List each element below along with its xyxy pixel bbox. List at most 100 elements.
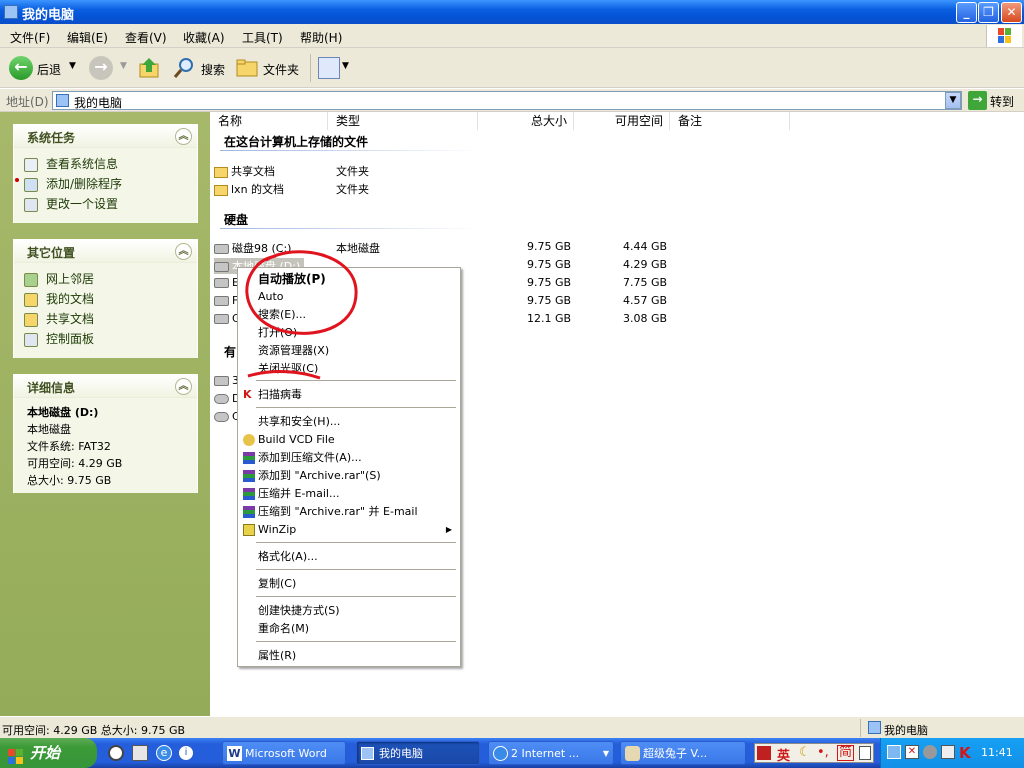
up-folder-icon[interactable] bbox=[138, 56, 160, 80]
maximize-button[interactable]: ❐ bbox=[978, 2, 999, 23]
kaspersky-k-icon[interactable]: K bbox=[959, 744, 971, 762]
forward-dropdown-icon[interactable]: ▼ bbox=[120, 61, 127, 71]
place-network[interactable]: 网上邻居 bbox=[24, 269, 187, 289]
search-icon[interactable] bbox=[172, 56, 196, 80]
column-header-type[interactable]: 类型 bbox=[328, 112, 478, 130]
folders-icon[interactable] bbox=[236, 58, 260, 78]
place-control-panel[interactable]: 控制面板 bbox=[24, 329, 187, 349]
winzip-icon bbox=[243, 524, 255, 536]
panel-header[interactable]: 详细信息 ︽ bbox=[14, 375, 197, 398]
ime-logo-icon bbox=[757, 746, 771, 760]
task-my-computer[interactable]: 我的电脑 bbox=[356, 741, 480, 765]
panel-header[interactable]: 其它位置 ︽ bbox=[14, 240, 197, 263]
place-shared-documents[interactable]: 共享文档 bbox=[24, 309, 187, 329]
menu-item-scan-virus[interactable]: K 扫描病毒 bbox=[240, 386, 458, 404]
menu-item-create-shortcut[interactable]: 创建快捷方式(S) bbox=[240, 602, 458, 620]
task-super-rabbit[interactable]: 超级兔子 V... bbox=[620, 741, 746, 765]
hard-drive-icon bbox=[214, 296, 229, 306]
show-desktop-icon[interactable] bbox=[132, 745, 148, 761]
menu-item-zip-email[interactable]: 压缩并 E-mail... bbox=[240, 485, 458, 503]
back-arrow-icon[interactable]: ← bbox=[9, 56, 33, 80]
folders-button-label[interactable]: 文件夹 bbox=[263, 61, 299, 78]
menu-item-format[interactable]: 格式化(A)... bbox=[240, 548, 458, 566]
menu-item-properties[interactable]: 属性(R) bbox=[240, 647, 458, 665]
collapse-chevron-icon[interactable]: ︽ bbox=[175, 128, 192, 145]
punctuation-dot-icon[interactable]: •, bbox=[817, 745, 829, 760]
section-hard-disks: 硬盘 bbox=[224, 213, 249, 227]
back-button-label[interactable]: 后退 bbox=[37, 61, 61, 78]
menu-view[interactable]: 查看(V) bbox=[125, 29, 167, 46]
status-divider bbox=[860, 719, 861, 737]
start-button[interactable]: 开始 bbox=[0, 738, 97, 768]
menu-favorites[interactable]: 收藏(A) bbox=[183, 29, 225, 46]
column-header-total-size[interactable]: 总大小 bbox=[478, 112, 574, 130]
column-header-free-space[interactable]: 可用空间 bbox=[574, 112, 670, 130]
title-bar[interactable]: 我的电脑 _ ❐ ✕ bbox=[0, 0, 1024, 24]
task-microsoft-word[interactable]: W Microsoft Word bbox=[222, 741, 346, 765]
place-my-documents[interactable]: 我的文档 bbox=[24, 289, 187, 309]
close-button[interactable]: ✕ bbox=[1001, 2, 1022, 23]
task-add-remove-programs[interactable]: 添加/删除程序 bbox=[24, 174, 187, 194]
ime-bar[interactable]: 英 ☾ •, 简 bbox=[754, 743, 874, 764]
floppy-drive-icon bbox=[214, 376, 229, 386]
menu-help[interactable]: 帮助(H) bbox=[300, 29, 342, 46]
list-item[interactable]: 共享文档 文件夹 bbox=[214, 162, 514, 179]
menu-tools[interactable]: 工具(T) bbox=[242, 29, 283, 46]
back-dropdown-icon[interactable]: ▼ bbox=[69, 61, 76, 71]
speaker-tray-icon[interactable] bbox=[923, 745, 937, 759]
menu-separator bbox=[256, 569, 456, 570]
menu-item-zip-rar-email[interactable]: 压缩到 "Archive.rar" 并 E-mail bbox=[240, 503, 458, 521]
printer-tray-icon[interactable] bbox=[941, 745, 955, 759]
address-dropdown-icon[interactable]: ▼ bbox=[945, 92, 961, 109]
search-button-label[interactable]: 搜索 bbox=[201, 61, 225, 78]
address-bar: 地址(D) 我的电脑 ▼ → 转到 bbox=[0, 89, 1024, 112]
menu-item-rename[interactable]: 重命名(M) bbox=[240, 620, 458, 638]
menu-item-winzip[interactable]: WinZip ▶ bbox=[240, 521, 458, 539]
views-dropdown-icon[interactable]: ▼ bbox=[342, 61, 349, 71]
menu-item-sharing[interactable]: 共享和安全(H)... bbox=[240, 413, 458, 431]
rabbit-icon bbox=[625, 746, 640, 761]
go-button-label[interactable]: 转到 bbox=[990, 93, 1014, 110]
submenu-arrow-icon: ▶ bbox=[445, 525, 452, 534]
task-internet-explorer[interactable]: 2 Internet ... ▼ bbox=[488, 741, 614, 765]
address-input[interactable]: 我的电脑 ▼ bbox=[52, 91, 962, 110]
internet-explorer-icon[interactable]: e bbox=[156, 745, 172, 761]
simplified-label[interactable]: 简 bbox=[837, 745, 855, 761]
media-player-icon[interactable] bbox=[108, 745, 124, 761]
column-header-name[interactable]: 名称 bbox=[210, 112, 328, 130]
menu-edit[interactable]: 编辑(E) bbox=[67, 29, 108, 46]
collapse-chevron-icon[interactable]: ︽ bbox=[175, 243, 192, 260]
collapse-chevron-icon[interactable]: ︽ bbox=[175, 378, 192, 395]
menu-file[interactable]: 文件(F) bbox=[10, 29, 50, 46]
qq-icon[interactable]: i bbox=[178, 745, 194, 761]
folder-icon bbox=[24, 312, 38, 327]
list-item[interactable]: lxn 的文档 文件夹 bbox=[214, 180, 514, 197]
menu-item-copy[interactable]: 复制(C) bbox=[240, 575, 458, 593]
panel-header[interactable]: 系统任务 ︽ bbox=[14, 125, 197, 148]
hard-drive-icon bbox=[214, 314, 229, 324]
my-computer-icon bbox=[361, 747, 374, 760]
soft-keyboard-icon[interactable] bbox=[859, 746, 871, 760]
views-icon[interactable] bbox=[318, 57, 340, 79]
menu-item-add-rar[interactable]: 添加到 "Archive.rar"(S) bbox=[240, 467, 458, 485]
menu-item-add-archive[interactable]: 添加到压缩文件(A)... bbox=[240, 449, 458, 467]
task-change-setting[interactable]: 更改一个设置 bbox=[24, 194, 187, 214]
network-tray-icon[interactable] bbox=[887, 745, 901, 759]
ime-mode-label[interactable]: 英 bbox=[777, 745, 790, 764]
column-header-comments[interactable]: 备注 bbox=[670, 112, 790, 130]
task-system-info[interactable]: 查看系统信息 bbox=[24, 154, 187, 174]
menu-item-build-vcd[interactable]: Build VCD File bbox=[240, 431, 458, 449]
forward-arrow-icon[interactable]: → bbox=[89, 56, 113, 80]
winrar-icon bbox=[243, 506, 255, 518]
panel-title: 系统任务 bbox=[27, 131, 76, 145]
panel-title: 详细信息 bbox=[27, 381, 76, 395]
minimize-button[interactable]: _ bbox=[956, 2, 977, 23]
section-divider bbox=[220, 150, 480, 151]
half-width-moon-icon[interactable]: ☾ bbox=[799, 745, 811, 760]
go-arrow-icon[interactable]: → bbox=[968, 91, 987, 110]
firewall-tray-icon[interactable]: ✕ bbox=[905, 745, 919, 759]
address-label: 地址(D) bbox=[6, 95, 49, 109]
clock[interactable]: 11:41 bbox=[981, 746, 1013, 759]
status-bar: 可用空间: 4.29 GB 总大小: 9.75 GB 我的电脑 bbox=[0, 716, 1024, 738]
menu-separator bbox=[256, 641, 456, 642]
